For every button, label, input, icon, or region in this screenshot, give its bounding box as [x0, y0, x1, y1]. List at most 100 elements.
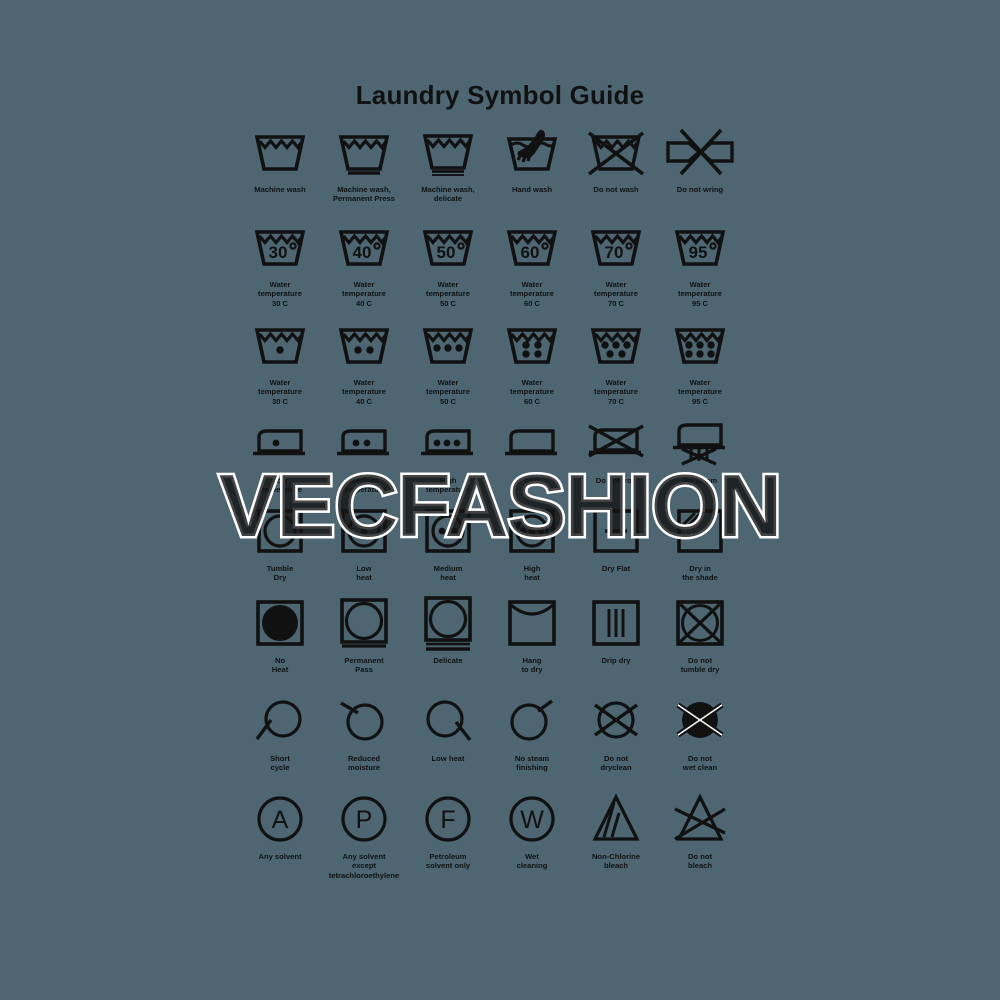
hand-wash-tub-icon: [505, 122, 559, 182]
symbol-cell-iron-medium[interactable]: Medium temperature: [322, 413, 406, 501]
wash-tub-five-dots-icon: [589, 315, 643, 375]
symbol-caption: Non-Chlorine bleach: [591, 852, 641, 871]
symbol-cell-tumble-dry-high[interactable]: High heat: [490, 501, 574, 593]
wash-tub-one-dot-icon: [253, 315, 307, 375]
symbol-cell-do-not-wring[interactable]: Do not wring: [658, 122, 742, 217]
symbol-caption: High temperature: [426, 476, 470, 495]
symbol-cell-do-not-bleach[interactable]: Do not bleach: [658, 789, 742, 887]
non-chlorine-bleach-icon: [590, 789, 642, 849]
symbol-cell-drip-dry[interactable]: Drip dry: [574, 593, 658, 691]
symbol-caption: Water temperature 70 C: [594, 378, 638, 406]
symbol-cell-wash-40[interactable]: 40 Water temperature 40 C: [322, 217, 406, 315]
tumble-dry-medium-heat-icon: [423, 501, 473, 561]
reduced-moisture-icon: [336, 691, 392, 751]
symbol-cell-tumble-dry[interactable]: Tumble Dry: [238, 501, 322, 593]
symbol-cell-do-not-wet-clean[interactable]: Do not wet clean: [658, 691, 742, 789]
symbol-cell-non-chlorine-bleach[interactable]: Non-Chlorine bleach: [574, 789, 658, 887]
wash-tub-60-degree-icon: 60: [505, 217, 559, 277]
symbol-caption: Iron: [524, 476, 540, 485]
symbol-cell-hang-to-dry[interactable]: Hang to dry: [490, 593, 574, 691]
symbol-caption: No steam: [682, 476, 718, 485]
symbol-cell-do-not-dryclean[interactable]: Do not dryclean: [574, 691, 658, 789]
symbol-caption: Do not wash: [593, 185, 639, 194]
svg-text:40: 40: [353, 243, 372, 262]
symbol-cell-any-solvent[interactable]: A Any solvent: [238, 789, 322, 887]
symbol-cell-short-cycle[interactable]: Short cycle: [238, 691, 322, 789]
symbol-caption: Permanent Pass: [344, 656, 384, 675]
no-steam-finishing-icon: [504, 691, 560, 751]
iron-three-dots-icon: [419, 413, 477, 473]
symbol-cell-machine-wash-permanent-press[interactable]: Machine wash, Permanent Press: [322, 122, 406, 217]
symbol-caption: Tumble Dry: [266, 564, 294, 583]
symbol-cell-reduced-moisture[interactable]: Reduced moisture: [322, 691, 406, 789]
symbol-caption: Water temperature 40 C: [342, 378, 386, 406]
symbol-cell-dry-flat[interactable]: Dry Flat: [574, 501, 658, 593]
symbol-cell-dry-in-shade[interactable]: Dry in the shade: [658, 501, 742, 593]
circle-a-icon: A: [254, 789, 306, 849]
symbol-caption: Water temperature 30 C: [258, 378, 302, 406]
symbol-caption: Hand wash: [511, 185, 553, 194]
symbol-caption: Water temperature 50 C: [426, 378, 470, 406]
symbol-cell-no-steam[interactable]: No steam: [658, 413, 742, 501]
symbol-cell-iron[interactable]: Iron: [490, 413, 574, 501]
machine-wash-delicate-tub-icon: [421, 122, 475, 182]
symbol-cell-wash-30[interactable]: 30 Water temperature 30 C: [238, 217, 322, 315]
symbol-caption: Do not dryclean: [600, 754, 632, 773]
symbol-cell-low-heat-clean[interactable]: Low heat: [406, 691, 490, 789]
symbol-cell-no-steam-finishing[interactable]: No steam finishing: [490, 691, 574, 789]
symbol-caption: Petroleum solvent only: [425, 852, 471, 871]
symbol-caption: Water temperature 60 C: [510, 378, 554, 406]
circle-p-icon: P: [338, 789, 390, 849]
do-not-iron-icon: [585, 413, 647, 473]
symbol-cell-wash-dot-5[interactable]: Water temperature 70 C: [574, 315, 658, 413]
svg-text:A: A: [272, 806, 289, 834]
symbol-row-tumble-drying: Tumble Dry Low heat Medium heat High hea…: [238, 501, 762, 593]
symbol-cell-iron-low[interactable]: Low temperature: [238, 413, 322, 501]
symbol-caption: Do not tumble dry: [680, 656, 720, 675]
machine-wash-tub-icon: [253, 122, 307, 182]
symbol-cell-wash-95[interactable]: 95 Water temperature 95 C: [658, 217, 742, 315]
symbol-cell-wash-dot-1[interactable]: Water temperature 30 C: [238, 315, 322, 413]
hang-to-dry-icon: [506, 593, 558, 653]
symbol-cell-hand-wash[interactable]: Hand wash: [490, 122, 574, 217]
symbol-cell-machine-wash-delicate[interactable]: Machine wash, delicate: [406, 122, 490, 217]
symbol-cell-do-not-wash[interactable]: Do not wash: [574, 122, 658, 217]
symbol-cell-wash-70[interactable]: 70 Water temperature 70 C: [574, 217, 658, 315]
symbol-cell-wash-50[interactable]: 50 Water temperature 50 C: [406, 217, 490, 315]
no-steam-iron-icon: [671, 413, 729, 473]
symbol-caption: Machine wash: [254, 185, 306, 194]
wash-tub-95-degree-icon: 95: [673, 217, 727, 277]
tumble-dry-icon: [255, 501, 305, 561]
symbol-cell-no-heat[interactable]: No Heat: [238, 593, 322, 691]
symbol-grid: Machine wash Machine wash, Permanent Pre…: [238, 122, 762, 887]
do-not-tumble-dry-icon: [674, 593, 726, 653]
symbol-caption: Hang to dry: [521, 656, 543, 675]
iron-one-dot-icon: [251, 413, 309, 473]
symbol-cell-permanent-press-dry[interactable]: Permanent Pass: [322, 593, 406, 691]
wash-tub-six-dots-icon: [673, 315, 727, 375]
symbol-cell-machine-wash[interactable]: Machine wash: [238, 122, 322, 217]
symbol-cell-iron-high[interactable]: High temperature: [406, 413, 490, 501]
symbol-cell-wash-dot-4[interactable]: Water temperature 60 C: [490, 315, 574, 413]
symbol-cell-do-not-iron[interactable]: Do not iron: [574, 413, 658, 501]
page-title: Laundry Symbol Guide: [355, 80, 645, 110]
symbol-cell-any-solvent-except-tetrachloroethylene[interactable]: P Any solvent except tetrachloroethylene: [322, 789, 406, 887]
symbol-cell-wash-dot-6[interactable]: Water temperature 95 C: [658, 315, 742, 413]
symbol-cell-wash-60[interactable]: 60 Water temperature 60 C: [490, 217, 574, 315]
symbol-caption: Water temperature 50 C: [426, 280, 470, 308]
do-not-dryclean-icon: [588, 691, 644, 751]
symbol-caption: High heat: [523, 564, 541, 583]
symbol-cell-tumble-dry-low[interactable]: Low heat: [322, 501, 406, 593]
symbol-cell-tumble-dry-medium[interactable]: Medium heat: [406, 501, 490, 593]
symbol-cell-petroleum-solvent-only[interactable]: F Petroleum solvent only: [406, 789, 490, 887]
symbol-cell-delicate-dry[interactable]: Delicate: [406, 593, 490, 691]
no-heat-icon: [254, 593, 306, 653]
symbol-cell-wash-dot-3[interactable]: Water temperature 50 C: [406, 315, 490, 413]
symbol-cell-wash-dot-2[interactable]: Water temperature 40 C: [322, 315, 406, 413]
symbol-caption: Water temperature 95 C: [678, 378, 722, 406]
symbol-caption: Water temperature 60 C: [510, 280, 554, 308]
machine-wash-permanent-press-tub-icon: [337, 122, 391, 182]
symbol-cell-do-not-tumble-dry[interactable]: Do not tumble dry: [658, 593, 742, 691]
symbol-caption: No Heat: [271, 656, 289, 675]
symbol-cell-wet-cleaning[interactable]: W Wet cleaning: [490, 789, 574, 887]
